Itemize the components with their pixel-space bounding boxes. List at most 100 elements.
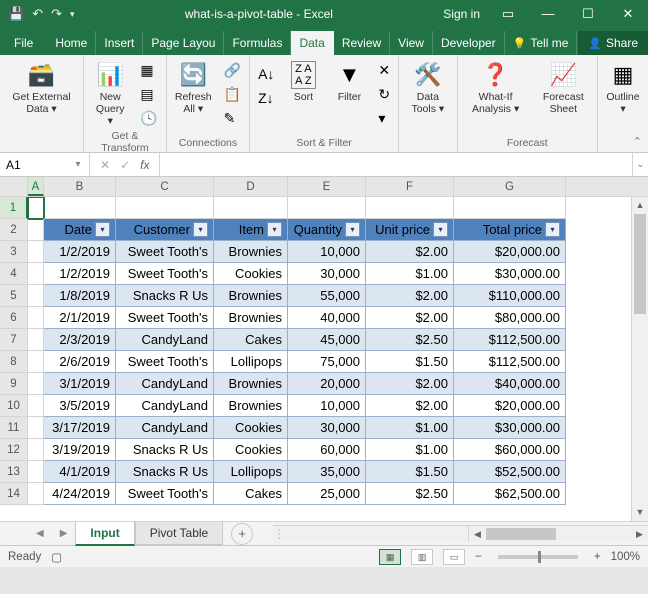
cell[interactable]: $20,000.00	[454, 395, 566, 417]
cell[interactable]: 1/8/2019	[44, 285, 116, 307]
cell[interactable]: 3/17/2019	[44, 417, 116, 439]
cell[interactable]: 30,000	[288, 417, 366, 439]
undo-icon[interactable]: ↶	[32, 6, 43, 22]
cell[interactable]: 55,000	[288, 285, 366, 307]
maximize-icon[interactable]: ☐	[568, 6, 608, 22]
cell[interactable]	[28, 219, 44, 241]
scroll-thumb[interactable]	[486, 528, 556, 540]
show-queries-button[interactable]: ▦	[136, 59, 161, 81]
cell[interactable]: Cookies	[214, 263, 288, 285]
scroll-thumb[interactable]	[634, 214, 646, 314]
cell[interactable]	[44, 197, 116, 219]
sort-asc-button[interactable]: A↓	[254, 63, 278, 85]
collapse-ribbon-icon[interactable]: ⌃	[633, 135, 642, 148]
cell[interactable]	[454, 197, 566, 219]
cell[interactable]: 2/6/2019	[44, 351, 116, 373]
cell[interactable]: $40,000.00	[454, 373, 566, 395]
tell-me[interactable]: Tell me	[505, 31, 578, 55]
row-header[interactable]: 6	[0, 307, 28, 329]
name-box-input[interactable]	[0, 158, 68, 172]
cancel-icon[interactable]: ✕	[100, 158, 110, 172]
close-icon[interactable]: ✕	[608, 6, 648, 22]
cell[interactable]: $112,500.00	[454, 351, 566, 373]
cell[interactable]: 2/1/2019	[44, 307, 116, 329]
redo-icon[interactable]: ↷	[51, 6, 62, 22]
cell[interactable]: 10,000	[288, 241, 366, 263]
cell[interactable]: 20,000	[288, 373, 366, 395]
cell[interactable]	[28, 329, 44, 351]
cell[interactable]: $20,000.00	[454, 241, 566, 263]
filter-dropdown-icon[interactable]: ▾	[95, 222, 110, 237]
cell[interactable]: $2.00	[366, 285, 454, 307]
col-header-d[interactable]: D	[214, 177, 288, 196]
row-header[interactable]: 11	[0, 417, 28, 439]
scroll-up-icon[interactable]: ▲	[632, 197, 648, 214]
enter-icon[interactable]: ✓	[120, 158, 130, 172]
cell-a1[interactable]	[28, 197, 44, 219]
filter-dropdown-icon[interactable]: ▾	[267, 222, 282, 237]
select-all-cell[interactable]	[0, 177, 28, 196]
cell[interactable]: Brownies	[214, 285, 288, 307]
cell[interactable]	[28, 417, 44, 439]
view-page-layout-button[interactable]: ▥	[411, 549, 433, 565]
cell[interactable]: $1.00	[366, 263, 454, 285]
cell[interactable]: Brownies	[214, 395, 288, 417]
cell[interactable]: CandyLand	[116, 329, 214, 351]
cell[interactable]: 4/1/2019	[44, 461, 116, 483]
tab-data[interactable]: Data	[291, 31, 333, 55]
reapply-button[interactable]: ↻	[374, 83, 394, 105]
tab-page-layout[interactable]: Page Layou	[143, 31, 224, 55]
cell[interactable]: Lollipops	[214, 461, 288, 483]
cell[interactable]: Sweet Tooth's	[116, 483, 214, 505]
cell[interactable]: $1.00	[366, 439, 454, 461]
cell[interactable]: 3/1/2019	[44, 373, 116, 395]
horizontal-scrollbar[interactable]: ◀ ▶	[468, 526, 648, 542]
cell[interactable]	[28, 395, 44, 417]
cell[interactable]: CandyLand	[116, 373, 214, 395]
cell[interactable]	[28, 263, 44, 285]
zoom-in-button[interactable]: +	[594, 551, 601, 563]
cell[interactable]: Brownies	[214, 307, 288, 329]
cell[interactable]: $110,000.00	[454, 285, 566, 307]
name-box[interactable]: ▾	[0, 153, 90, 176]
tab-formulas[interactable]: Formulas	[224, 31, 291, 55]
ribbon-options-icon[interactable]: ▭	[488, 6, 528, 22]
cell[interactable]: 60,000	[288, 439, 366, 461]
cell[interactable]: $60,000.00	[454, 439, 566, 461]
scroll-left-icon[interactable]: ◀	[469, 526, 486, 542]
cell[interactable]	[28, 351, 44, 373]
save-icon[interactable]: 💾	[8, 6, 24, 22]
tab-insert[interactable]: Insert	[96, 31, 143, 55]
get-external-data-button[interactable]: 🗃️ Get External Data ▾	[4, 59, 79, 117]
cell[interactable]: CandyLand	[116, 395, 214, 417]
forecast-sheet-button[interactable]: 📈 Forecast Sheet	[534, 59, 593, 117]
cell[interactable]: Snacks R Us	[116, 461, 214, 483]
cell[interactable]	[366, 197, 454, 219]
row-header[interactable]: 12	[0, 439, 28, 461]
row-header[interactable]: 2	[0, 219, 28, 241]
row-header[interactable]: 4	[0, 263, 28, 285]
row-header[interactable]: 10	[0, 395, 28, 417]
what-if-button[interactable]: ❓ What-If Analysis ▾	[462, 59, 530, 117]
cell[interactable]: Sweet Tooth's	[116, 241, 214, 263]
cell[interactable]: $30,000.00	[454, 417, 566, 439]
cell[interactable]: 4/24/2019	[44, 483, 116, 505]
formula-input[interactable]	[160, 153, 632, 176]
qat-customize-icon[interactable]: ▾	[70, 9, 75, 20]
advanced-button[interactable]: ▾	[374, 107, 394, 129]
row-header[interactable]: 3	[0, 241, 28, 263]
cell[interactable]: Sweet Tooth's	[116, 351, 214, 373]
row-header[interactable]: 8	[0, 351, 28, 373]
sort-desc-button[interactable]: Z↓	[254, 87, 278, 109]
cell[interactable]: CandyLand	[116, 417, 214, 439]
tab-view[interactable]: View	[390, 31, 433, 55]
cell[interactable]: 10,000	[288, 395, 366, 417]
expand-formula-icon[interactable]: ⌄	[632, 153, 648, 176]
filter-dropdown-icon[interactable]: ▾	[345, 222, 360, 237]
row-header[interactable]: 14	[0, 483, 28, 505]
cell[interactable]: $80,000.00	[454, 307, 566, 329]
scroll-down-icon[interactable]: ▼	[632, 504, 648, 521]
cell[interactable]	[28, 461, 44, 483]
table-header[interactable]: Quantity▾	[288, 219, 366, 241]
data-tools-button[interactable]: 🛠️ Data Tools ▾	[403, 59, 452, 117]
